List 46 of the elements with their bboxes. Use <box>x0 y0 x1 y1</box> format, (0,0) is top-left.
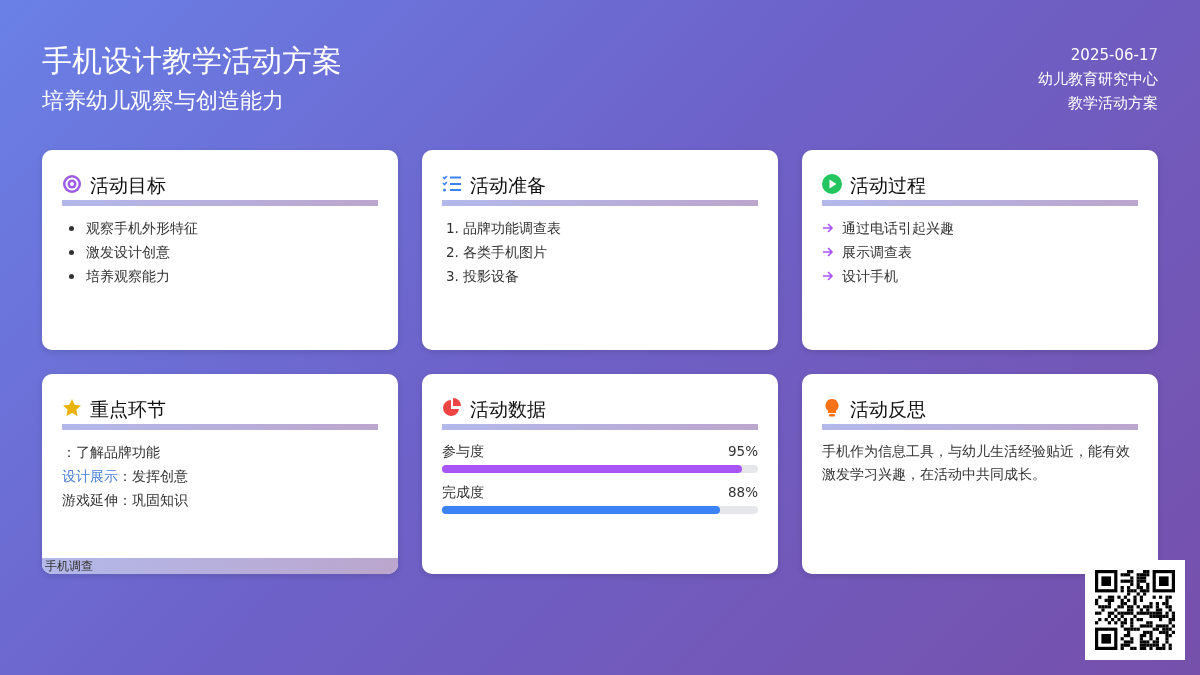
document-type-text: 教学活动方案 <box>1067 93 1158 114</box>
card-title: 活动过程 <box>850 173 926 198</box>
overflow-text: 手机调查 <box>42 558 398 574</box>
arrow-icon <box>822 222 834 234</box>
meter-reading: 95% <box>728 442 758 461</box>
list-item: 各类手机图片 <box>462 243 547 262</box>
item-number: 2. <box>446 243 459 262</box>
card-title: 活动反思 <box>850 397 926 422</box>
organization-text: 幼儿教育研究中心 <box>1038 69 1158 90</box>
item-label: 游戏延伸 <box>62 491 118 510</box>
checklist-icon <box>442 174 462 194</box>
item-number: 1. <box>446 219 459 238</box>
list-item: 观察手机外形特征 <box>86 219 198 238</box>
list-item: 设计手机 <box>842 267 898 286</box>
item-label: 设计展示 <box>62 467 118 486</box>
item-number: 3. <box>446 267 459 286</box>
date-text: 2025-06-17 <box>1069 45 1158 66</box>
arrow-icon <box>822 246 834 258</box>
arrow-icon <box>822 270 834 282</box>
card-title: 活动目标 <box>90 173 166 198</box>
card-title: 活动准备 <box>470 173 546 198</box>
play-icon <box>822 174 842 194</box>
page-title: 手机设计教学活动方案 <box>42 42 342 80</box>
list-item: 通过电话引起兴趣 <box>842 219 954 238</box>
reflection-text: 手机作为信息工具，与幼儿生活经验贴近，能有效激发学习兴趣，在活动中共同成长。 <box>822 442 1131 484</box>
page-subtitle: 培养幼儿观察与创造能力 <box>42 87 285 115</box>
list-item: 培养观察能力 <box>86 267 170 286</box>
item-text: ：发挥创意 <box>118 467 188 486</box>
bullet-icon <box>69 249 74 255</box>
target-icon <box>62 174 82 194</box>
card-title: 活动数据 <box>470 397 546 422</box>
meter-label: 完成度 <box>442 483 484 502</box>
list-item: 品牌功能调查表 <box>462 219 561 238</box>
pie-chart-icon <box>442 398 462 418</box>
meter-label: 参与度 <box>442 442 484 461</box>
list-item: 激发设计创意 <box>86 243 170 262</box>
list-item: 展示调查表 <box>842 243 912 262</box>
item-text: ：了解品牌功能 <box>62 443 160 462</box>
bullet-icon <box>69 273 74 279</box>
lightbulb-icon <box>822 398 842 418</box>
item-text: ：巩固知识 <box>118 491 188 510</box>
meter-reading: 88% <box>728 483 758 502</box>
star-icon <box>62 398 82 418</box>
bullet-icon <box>69 225 74 231</box>
card-title: 重点环节 <box>90 397 166 422</box>
list-item: 投影设备 <box>462 267 519 286</box>
